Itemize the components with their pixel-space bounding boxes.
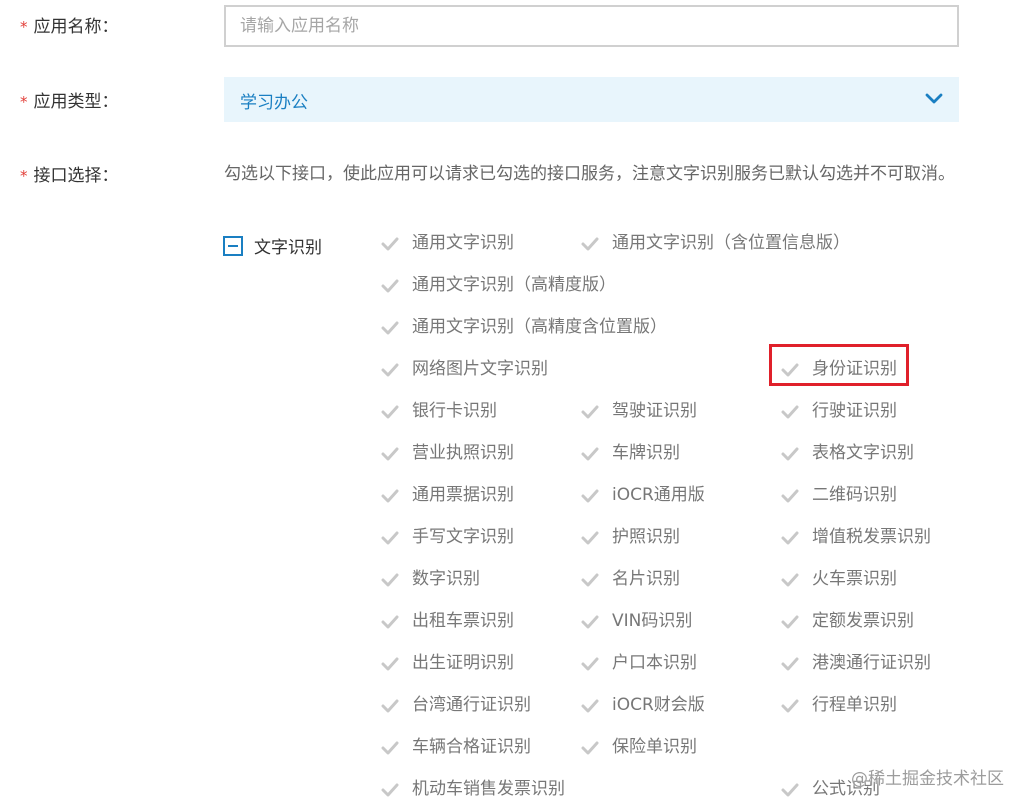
api-option-label: 行驶证识别 xyxy=(812,401,897,421)
api-option-label: 护照识别 xyxy=(612,527,680,547)
checkbox-checked-icon[interactable] xyxy=(780,612,800,632)
required-mark: * xyxy=(20,18,28,36)
checkbox-checked-icon[interactable] xyxy=(780,696,800,716)
group-collapse-toggle[interactable] xyxy=(223,236,243,256)
api-option-label: 通用文字识别 xyxy=(412,233,514,253)
checkbox-checked-icon[interactable] xyxy=(580,570,600,590)
api-select-description: 勾选以下接口，使此应用可以请求已勾选的接口服务，注意文字识别服务已默认勾选并不可… xyxy=(224,164,955,184)
api-option-label: iOCR通用版 xyxy=(612,485,705,505)
checkbox-checked-icon[interactable] xyxy=(380,444,400,464)
checkbox-checked-icon[interactable] xyxy=(580,444,600,464)
api-option-label: 保险单识别 xyxy=(612,737,697,757)
highlight-box xyxy=(769,344,909,386)
api-option-label: 手写文字识别 xyxy=(412,527,514,547)
api-option-label: 车辆合格证识别 xyxy=(412,737,531,757)
app-name-label-text: 应用名称： xyxy=(33,17,119,37)
api-option-label: 驾驶证识别 xyxy=(612,401,697,421)
checkbox-checked-icon[interactable] xyxy=(580,612,600,632)
chevron-down-icon xyxy=(925,91,943,105)
group-label-ocr: 文字识别 xyxy=(254,238,322,258)
api-option-label: 名片识别 xyxy=(612,569,680,589)
checkbox-checked-icon[interactable] xyxy=(580,528,600,548)
checkbox-checked-icon[interactable] xyxy=(380,654,400,674)
app-name-input[interactable] xyxy=(224,5,959,47)
checkbox-checked-icon[interactable] xyxy=(580,696,600,716)
checkbox-checked-icon[interactable] xyxy=(380,528,400,548)
app-type-label-text: 应用类型： xyxy=(33,92,119,112)
api-option-label: 定额发票识别 xyxy=(812,611,914,631)
api-option-label: 营业执照识别 xyxy=(412,443,514,463)
checkbox-checked-icon[interactable] xyxy=(380,360,400,380)
api-option-label: 网络图片文字识别 xyxy=(412,359,548,379)
checkbox-checked-icon[interactable] xyxy=(380,738,400,758)
checkbox-checked-icon[interactable] xyxy=(780,444,800,464)
watermark: @稀土掘金技术社区 xyxy=(851,769,1004,789)
api-option-label: 火车票识别 xyxy=(812,569,897,589)
checkbox-checked-icon[interactable] xyxy=(780,654,800,674)
checkbox-checked-icon[interactable] xyxy=(780,486,800,506)
checkbox-checked-icon[interactable] xyxy=(580,402,600,422)
checkbox-checked-icon[interactable] xyxy=(380,318,400,338)
app-type-label: * 应用类型： xyxy=(20,87,119,112)
api-option-label: 出租车票识别 xyxy=(412,611,514,631)
app-type-select[interactable]: 学习办公 xyxy=(224,77,959,122)
api-option-label: 二维码识别 xyxy=(812,485,897,505)
api-option-label: 通用文字识别（高精度版） xyxy=(412,275,616,295)
api-option-label: 出生证明识别 xyxy=(412,653,514,673)
api-option-label: 户口本识别 xyxy=(612,653,697,673)
checkbox-checked-icon[interactable] xyxy=(380,234,400,254)
api-option-label: 增值税发票识别 xyxy=(812,527,931,547)
required-mark: * xyxy=(20,93,28,111)
api-option-label: 通用文字识别（含位置信息版） xyxy=(612,233,850,253)
checkbox-checked-icon[interactable] xyxy=(780,528,800,548)
checkbox-checked-icon[interactable] xyxy=(780,570,800,590)
checkbox-checked-icon[interactable] xyxy=(580,486,600,506)
api-select-label-text: 接口选择： xyxy=(33,166,119,186)
checkbox-checked-icon[interactable] xyxy=(780,780,800,800)
checkbox-checked-icon[interactable] xyxy=(380,780,400,800)
required-mark: * xyxy=(20,167,28,185)
checkbox-checked-icon[interactable] xyxy=(580,738,600,758)
checkbox-checked-icon[interactable] xyxy=(580,654,600,674)
api-option-label: 机动车销售发票识别 xyxy=(412,779,565,799)
checkbox-checked-icon[interactable] xyxy=(380,276,400,296)
api-option-label: iOCR财会版 xyxy=(612,695,705,715)
checkbox-checked-icon[interactable] xyxy=(380,696,400,716)
checkbox-checked-icon[interactable] xyxy=(380,570,400,590)
app-name-label: * 应用名称： xyxy=(20,12,119,37)
checkbox-checked-icon[interactable] xyxy=(380,486,400,506)
api-option-label: 台湾通行证识别 xyxy=(412,695,531,715)
api-option-label: 港澳通行证识别 xyxy=(812,653,931,673)
api-option-label: 表格文字识别 xyxy=(812,443,914,463)
api-option-label: 数字识别 xyxy=(412,569,480,589)
app-type-selected-value: 学习办公 xyxy=(240,93,308,113)
api-option-label: 通用票据识别 xyxy=(412,485,514,505)
api-option-label: 行程单识别 xyxy=(812,695,897,715)
api-option-label: 车牌识别 xyxy=(612,443,680,463)
checkbox-checked-icon[interactable] xyxy=(780,402,800,422)
api-option-label: VIN码识别 xyxy=(612,611,693,631)
api-option-label: 通用文字识别（高精度含位置版） xyxy=(412,317,667,337)
api-option-label: 银行卡识别 xyxy=(412,401,497,421)
checkbox-checked-icon[interactable] xyxy=(380,402,400,422)
api-select-label: * 接口选择： xyxy=(20,161,119,186)
checkbox-checked-icon[interactable] xyxy=(580,234,600,254)
checkbox-checked-icon[interactable] xyxy=(380,612,400,632)
